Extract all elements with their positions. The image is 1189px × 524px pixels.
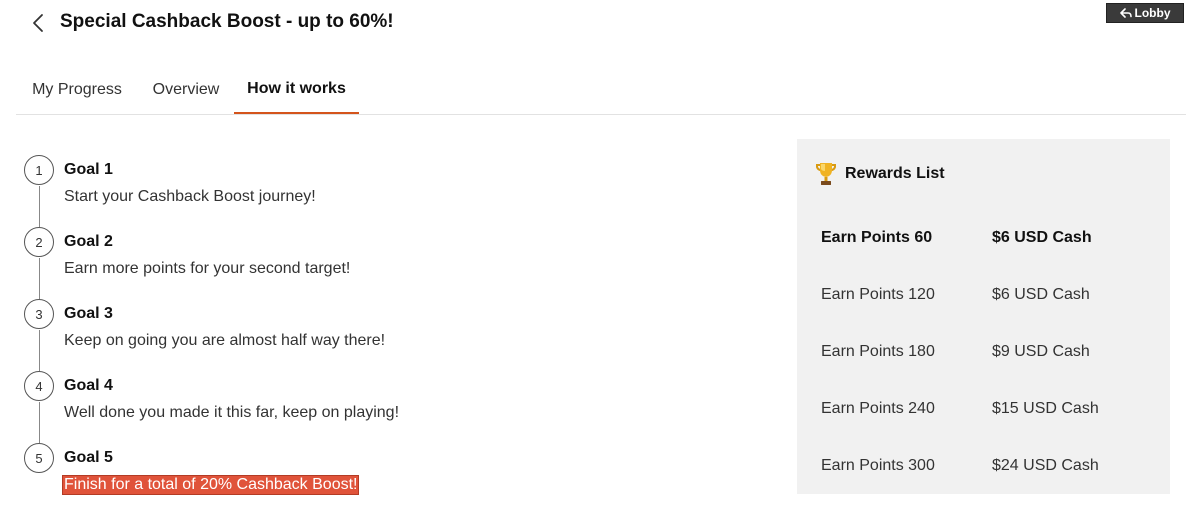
chevron-left-icon: [33, 14, 43, 32]
reward-row: Earn Points 180 $9 USD Cash: [821, 343, 1151, 367]
reward-prize: $6 USD Cash: [992, 286, 1090, 303]
goal-number-badge: 1: [24, 155, 54, 185]
rewards-header: Rewards List: [813, 161, 945, 187]
reward-prize: $6 USD Cash: [992, 229, 1092, 246]
page-title: Special Cashback Boost - up to 60%!: [60, 11, 394, 32]
tab-how-it-works[interactable]: How it works: [234, 66, 359, 114]
timeline-connector: [39, 402, 40, 443]
reward-prize: $9 USD Cash: [992, 343, 1090, 360]
reward-points: Earn Points 300: [821, 457, 935, 474]
goal-title: Goal 2: [64, 233, 113, 250]
reward-points: Earn Points 240: [821, 400, 935, 417]
goal-title: Goal 1: [64, 161, 113, 178]
tab-bar: My Progress Overview How it works: [16, 66, 1186, 115]
trophy-icon: [816, 163, 836, 185]
goal-description: Earn more points for your second target!: [64, 260, 351, 277]
rewards-title: Rewards List: [845, 165, 945, 182]
reward-points: Earn Points 180: [821, 343, 935, 360]
reward-row: Earn Points 60 $6 USD Cash: [821, 229, 1151, 253]
tab-overview[interactable]: Overview: [142, 66, 230, 114]
reward-prize: $15 USD Cash: [992, 400, 1099, 417]
timeline-connector: [39, 186, 40, 227]
tab-my-progress[interactable]: My Progress: [16, 66, 138, 114]
goal-number-badge: 4: [24, 371, 54, 401]
lobby-button[interactable]: Lobby: [1106, 3, 1184, 23]
goal-description: Start your Cashback Boost journey!: [64, 188, 316, 205]
reply-arrow-icon: [1119, 8, 1132, 18]
goal-description-highlighted: Finish for a total of 20% Cashback Boost…: [61, 475, 360, 495]
back-button[interactable]: [26, 10, 50, 36]
reward-points: Earn Points 120: [821, 286, 935, 303]
reward-prize: $24 USD Cash: [992, 457, 1099, 474]
goal-number-badge: 2: [24, 227, 54, 257]
goal-title: Goal 4: [64, 377, 113, 394]
reward-row: Earn Points 240 $15 USD Cash: [821, 400, 1151, 424]
goal-number-badge: 3: [24, 299, 54, 329]
goal-number-badge: 5: [24, 443, 54, 473]
lobby-label: Lobby: [1134, 6, 1171, 20]
reward-points: Earn Points 60: [821, 229, 933, 246]
reward-row: Earn Points 300 $24 USD Cash: [821, 457, 1151, 481]
rewards-panel: Rewards List Earn Points 60 $6 USD Cash …: [797, 139, 1170, 494]
page: Special Cashback Boost - up to 60%! Lobb…: [0, 0, 1189, 524]
goal-description: Keep on going you are almost half way th…: [64, 332, 386, 349]
timeline-connector: [39, 330, 40, 371]
timeline-connector: [39, 258, 40, 299]
goal-title: Goal 3: [64, 305, 113, 322]
goal-title: Goal 5: [64, 449, 113, 466]
goal-description: Well done you made it this far, keep on …: [64, 404, 400, 421]
reward-row: Earn Points 120 $6 USD Cash: [821, 286, 1151, 310]
